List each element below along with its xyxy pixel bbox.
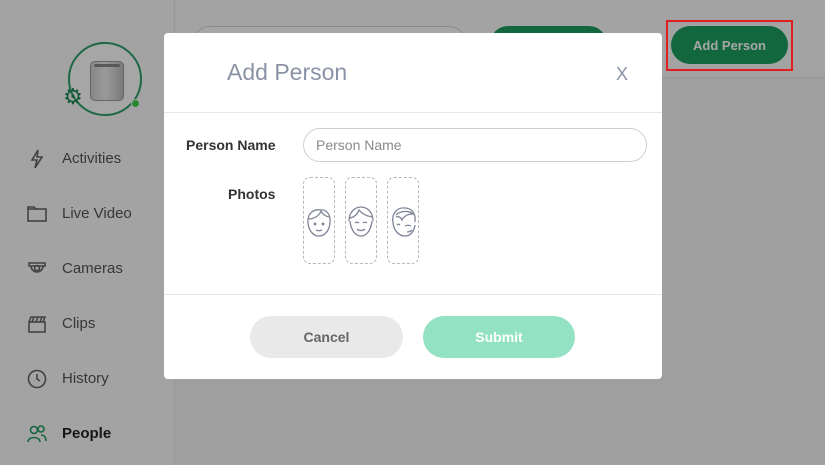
face-front-icon	[307, 208, 331, 237]
photo-slot-1[interactable]	[303, 177, 335, 264]
face-side-icon	[392, 206, 416, 237]
face-smile-icon	[348, 205, 374, 237]
highlight-box	[666, 20, 793, 71]
photo-slot-2[interactable]	[345, 177, 377, 264]
photo-slot-3[interactable]	[387, 177, 419, 264]
close-button[interactable]: X	[616, 64, 628, 85]
photos-label: Photos	[228, 186, 276, 202]
submit-button[interactable]: Submit	[423, 316, 575, 358]
dialog-header: Add Person X	[164, 33, 662, 113]
dialog-title: Add Person	[227, 59, 348, 85]
person-name-field[interactable]	[303, 128, 647, 162]
dialog-footer: Cancel Submit	[164, 294, 662, 379]
person-name-label: Person Name	[186, 137, 276, 153]
cancel-button[interactable]: Cancel	[250, 316, 403, 358]
add-person-dialog: Add Person X Person Name Photos	[164, 33, 662, 379]
